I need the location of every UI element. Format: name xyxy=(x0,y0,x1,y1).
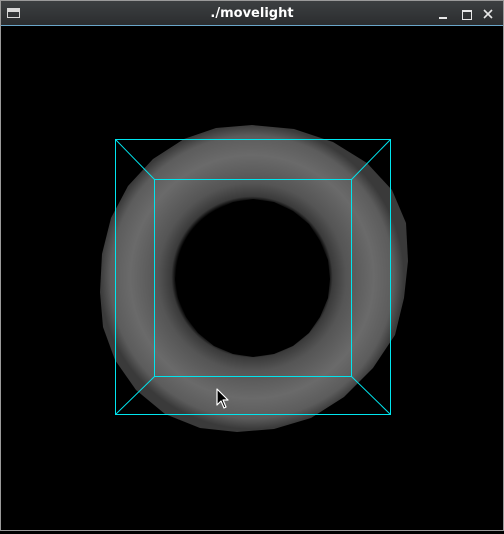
minimize-icon xyxy=(439,17,447,19)
scene-view xyxy=(100,125,408,432)
title-bar[interactable]: ./movelight xyxy=(1,1,503,26)
app-window: ./movelight xyxy=(0,0,504,531)
close-button[interactable] xyxy=(479,5,497,23)
gl-canvas[interactable] xyxy=(2,26,502,529)
maximize-button[interactable] xyxy=(457,5,475,23)
maximize-icon xyxy=(462,10,472,20)
minimize-button[interactable] xyxy=(434,5,452,23)
close-icon xyxy=(483,9,493,19)
mouse-pointer-icon xyxy=(216,388,229,409)
window-title: ./movelight xyxy=(210,6,294,21)
cube-edge xyxy=(351,376,391,415)
cube-edge xyxy=(115,139,155,180)
